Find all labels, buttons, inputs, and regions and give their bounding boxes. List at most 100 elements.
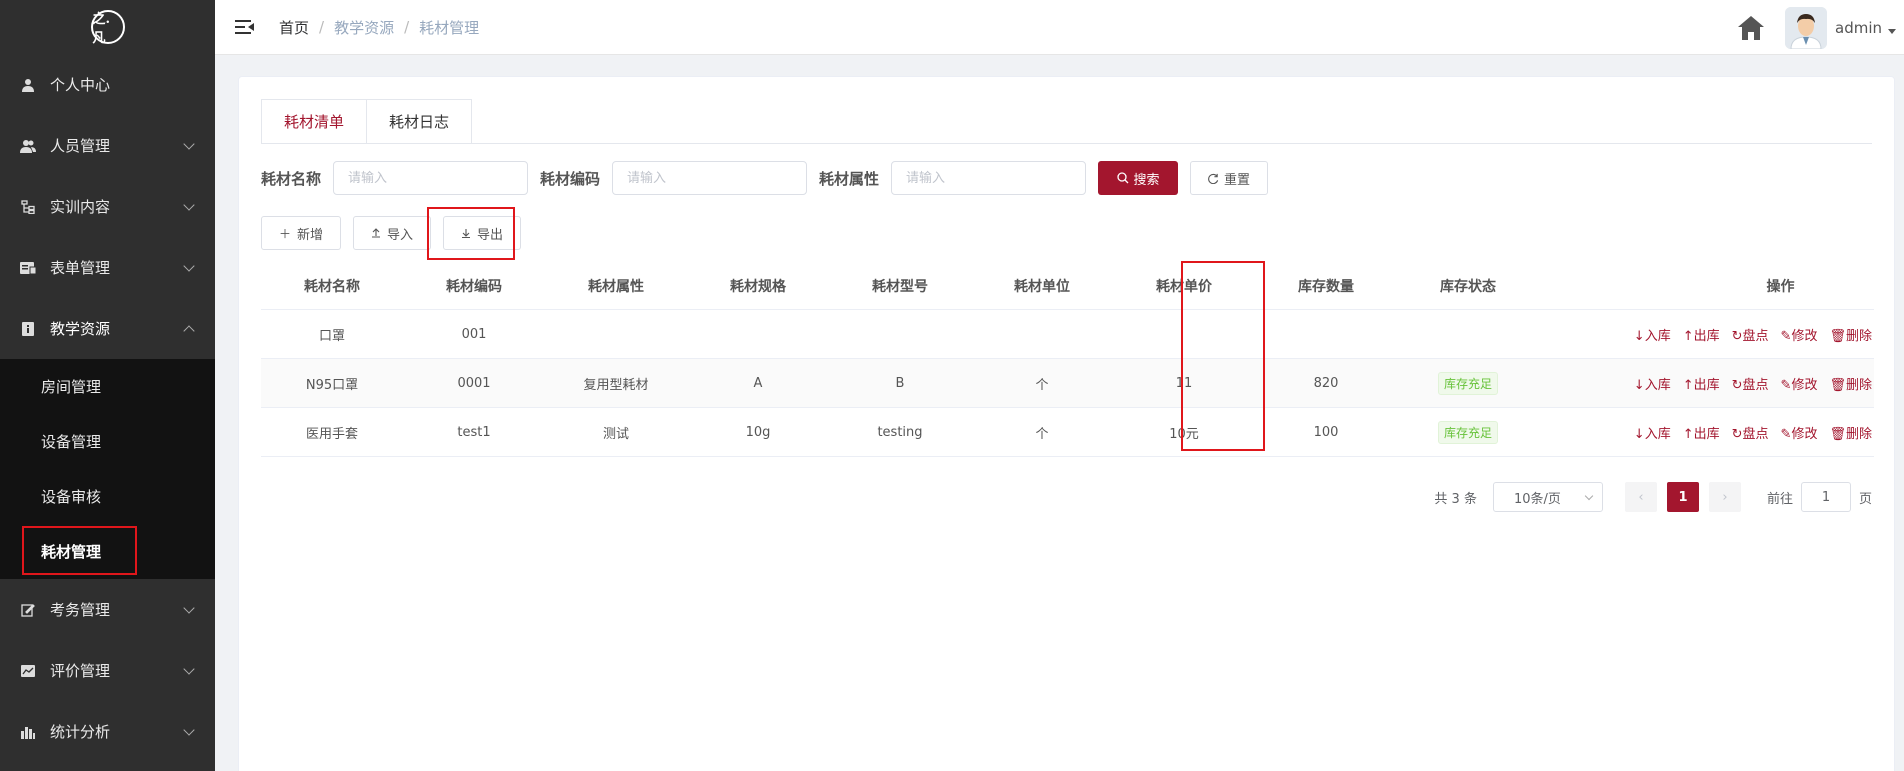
- sidebar-item-staff[interactable]: 人员管理: [0, 115, 215, 176]
- stock-in-link[interactable]: ↓入库: [1634, 374, 1671, 393]
- sidebar-subitem-rooms[interactable]: 房间管理: [0, 359, 215, 414]
- pencil-icon: ✎: [1780, 377, 1792, 393]
- plus-icon: ＋: [279, 226, 292, 241]
- delete-link[interactable]: 🗑删除: [1829, 423, 1872, 442]
- filter-attr-input[interactable]: [891, 161, 1087, 195]
- pencil-icon: ✎: [1780, 328, 1792, 344]
- chevron-down-icon: [183, 259, 195, 272]
- sidebar-subitem-equipment[interactable]: 设备管理: [0, 414, 215, 469]
- status-badge: 库存充足: [1437, 371, 1498, 395]
- form-icon: [20, 260, 36, 276]
- delete-link[interactable]: 🗑删除: [1829, 325, 1872, 344]
- sidebar-item-forms[interactable]: 表单管理: [0, 237, 215, 298]
- column-header: 耗材规格: [730, 278, 786, 295]
- tabs: 耗材清单 耗材日志: [261, 99, 473, 144]
- sidebar-item-statistics[interactable]: 统计分析: [0, 701, 215, 762]
- import-button-label: 导入: [387, 227, 414, 243]
- bar-chart-icon: [20, 724, 36, 740]
- arrow-down-icon: ↓: [1633, 377, 1645, 393]
- prev-page-button[interactable]: ‹: [1624, 482, 1657, 512]
- home-icon[interactable]: [1737, 15, 1765, 41]
- breadcrumb-current: 耗材管理: [419, 18, 480, 37]
- column-header: 库存状态: [1440, 278, 1496, 295]
- edit-link[interactable]: ✎修改: [1781, 374, 1818, 393]
- breadcrumb-separator: /: [404, 18, 410, 36]
- avatar[interactable]: [1785, 6, 1827, 49]
- highlight-box: [22, 526, 137, 575]
- sidebar-item-teaching-resources[interactable]: 教学资源: [0, 298, 215, 359]
- sidebar-item-evaluation[interactable]: 评价管理: [0, 640, 215, 701]
- cell-spec: A: [753, 375, 763, 391]
- edit-link[interactable]: ✎修改: [1781, 423, 1818, 442]
- goto-prefix: 前往: [1766, 491, 1793, 507]
- inventory-link[interactable]: ↻盘点: [1732, 423, 1769, 442]
- sidebar-subitem-label: 房间管理: [41, 378, 102, 396]
- inventory-link[interactable]: ↻盘点: [1732, 374, 1769, 393]
- import-button[interactable]: 导入: [353, 216, 432, 250]
- header-right: admin: [1737, 0, 1896, 55]
- refresh-icon: ↻: [1731, 377, 1743, 393]
- sidebar-item-label: 统计分析: [50, 723, 111, 741]
- logo[interactable]: 之.凡: [90, 10, 125, 46]
- sidebar-item-label: 考务管理: [50, 601, 111, 619]
- stock-in-link[interactable]: ↓入库: [1634, 325, 1671, 344]
- column-header: 操作: [1539, 276, 1874, 296]
- main-card: 耗材清单 耗材日志 耗材名称 耗材编码 耗材属性 搜索 重置 ＋ 新增 导入: [238, 76, 1895, 771]
- sidebar-subitem-consumables[interactable]: 耗材管理: [0, 524, 215, 579]
- column-header: 库存数量: [1298, 278, 1354, 295]
- breadcrumb-home[interactable]: 首页: [279, 17, 309, 38]
- export-button[interactable]: 导出: [427, 207, 522, 260]
- sidebar-item-label: 教学资源: [50, 320, 111, 338]
- cell-attr: 测试: [602, 426, 629, 442]
- submenu-teaching-resources: 房间管理 设备管理 设备审核 耗材管理: [0, 359, 215, 579]
- refresh-icon: [1208, 173, 1219, 184]
- sidebar-item-personal-center[interactable]: 个人中心: [0, 54, 215, 115]
- filter-name-input[interactable]: [333, 161, 529, 195]
- cell-price: 11: [1175, 375, 1193, 391]
- add-button[interactable]: ＋ 新增: [261, 216, 342, 250]
- delete-link[interactable]: 🗑删除: [1829, 374, 1872, 393]
- sidebar-item-exams[interactable]: 考务管理: [0, 579, 215, 640]
- stock-in-link[interactable]: ↓入库: [1634, 423, 1671, 442]
- pagination-total: 共 3 条: [1434, 491, 1477, 507]
- arrow-down-icon: ↓: [1633, 328, 1645, 344]
- cell-code: test1: [457, 424, 491, 440]
- menu-toggle-icon[interactable]: [235, 19, 255, 35]
- caret-down-icon[interactable]: [1888, 29, 1896, 34]
- sidebar-item-training[interactable]: 实训内容: [0, 176, 215, 237]
- chevron-down-icon: [183, 601, 195, 614]
- cell-name: 口罩: [318, 328, 345, 344]
- stock-out-link[interactable]: ↑出库: [1683, 423, 1720, 442]
- search-button[interactable]: 搜索: [1098, 161, 1179, 195]
- cell-attr: 复用型耗材: [583, 377, 649, 393]
- status-badge: 库存充足: [1437, 420, 1498, 444]
- filter-bar: 耗材名称 耗材编码 耗材属性 搜索 重置: [261, 161, 1269, 195]
- cell-qty: 820: [1313, 375, 1339, 391]
- trash-icon: 🗑: [1829, 328, 1846, 344]
- username[interactable]: admin: [1835, 19, 1882, 37]
- cell-qty: 100: [1313, 424, 1339, 440]
- action-bar: ＋ 新增 导入 导出: [261, 207, 533, 260]
- next-page-button[interactable]: ›: [1708, 482, 1741, 512]
- page-number-current[interactable]: 1: [1666, 482, 1699, 512]
- sidebar-subitem-equipment-review[interactable]: 设备审核: [0, 469, 215, 524]
- edit-link[interactable]: ✎修改: [1781, 325, 1818, 344]
- goto-page-input[interactable]: [1800, 482, 1851, 512]
- stock-out-link[interactable]: ↑出库: [1683, 374, 1720, 393]
- sidebar-item-label: 人员管理: [50, 137, 111, 155]
- edit-icon: [20, 602, 36, 618]
- reset-button[interactable]: 重置: [1190, 161, 1269, 195]
- tab-consumables-list[interactable]: 耗材清单: [261, 99, 368, 144]
- sidebar-item-label: 个人中心: [50, 76, 111, 94]
- refresh-icon: ↻: [1731, 426, 1743, 442]
- inventory-link[interactable]: ↻盘点: [1732, 325, 1769, 344]
- top-header: 首页 / 教学资源 / 耗材管理 admin: [215, 0, 1904, 55]
- page-size-select[interactable]: 10条/页: [1492, 482, 1603, 512]
- stock-out-link[interactable]: ↑出库: [1683, 325, 1720, 344]
- sidebar-subitem-label: 设备管理: [41, 433, 102, 451]
- chevron-right-icon: ›: [1722, 489, 1728, 505]
- filter-code-input[interactable]: [612, 161, 808, 195]
- filter-code-label: 耗材编码: [540, 169, 601, 188]
- breadcrumb: 首页 / 教学资源 / 耗材管理: [279, 17, 479, 38]
- tab-consumables-log[interactable]: 耗材日志: [367, 99, 473, 144]
